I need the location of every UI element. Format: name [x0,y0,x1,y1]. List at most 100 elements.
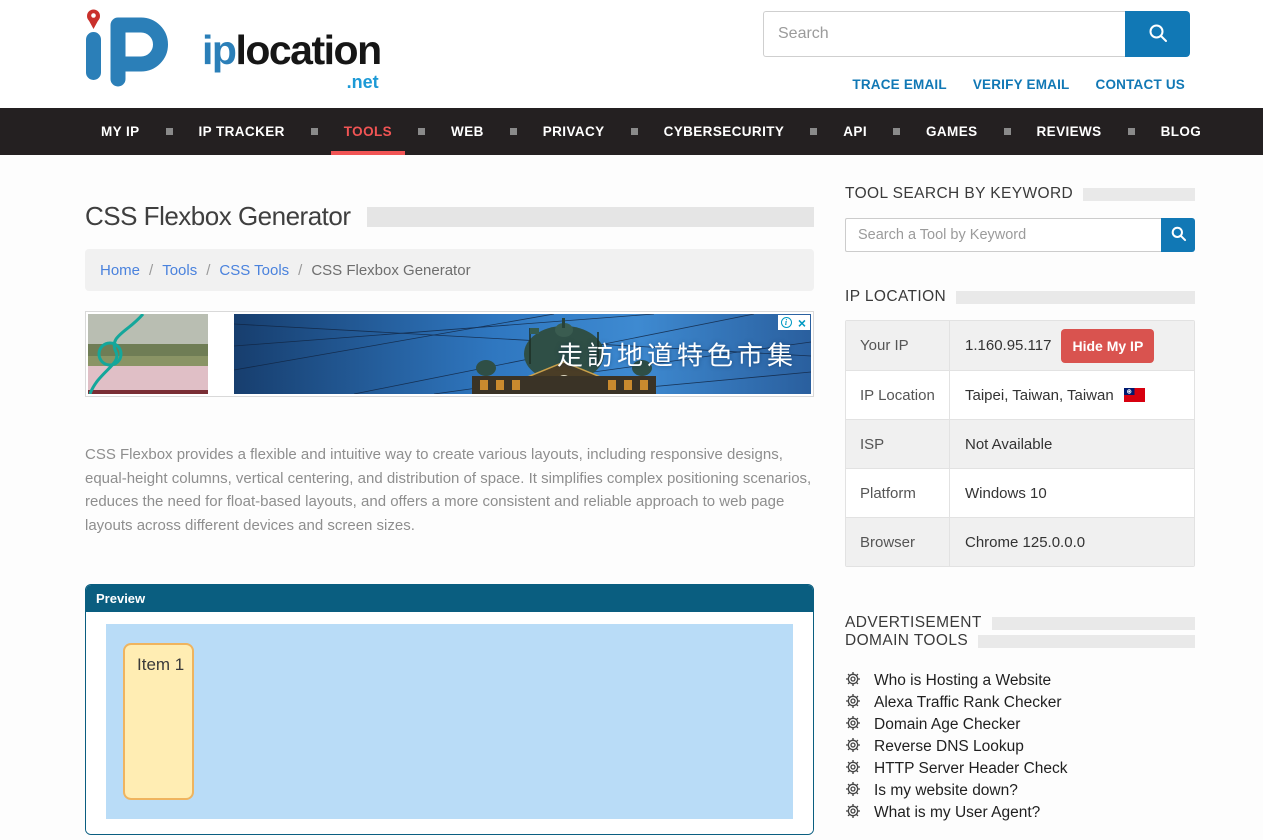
nav-separator [311,128,318,135]
search-icon [1170,225,1187,245]
table-row: Your IP 1.160.95.117 Hide My IP [846,321,1194,370]
ad-info-icon[interactable]: i [778,315,794,330]
site-search [763,11,1190,57]
domain-tool-link[interactable]: HTTP Server Header Check [874,760,1068,778]
breadcrumb: Home / Tools / CSS Tools / CSS Flexbox G… [85,249,814,291]
domain-tools-list: Who is Hosting a Website Alexa Traffic R… [845,670,1195,824]
list-item: Domain Age Checker [845,714,1195,736]
nav-item-cybersecurity[interactable]: CYBERSECURITY [648,108,801,155]
domain-tool-link[interactable]: Alexa Traffic Rank Checker [874,694,1062,712]
nav-separator [418,128,425,135]
main-nav: MY IP IP TRACKER TOOLS WEB PRIVACY CYBER… [0,108,1263,155]
site-search-input[interactable] [763,11,1125,57]
site-logo[interactable]: iplocation .net [78,8,381,91]
nav-item-ip-tracker[interactable]: IP TRACKER [183,108,301,155]
list-item: What is my User Agent? [845,802,1195,824]
list-item: Who is Hosting a Website [845,670,1195,692]
breadcrumb-tools[interactable]: Tools [162,262,197,279]
site-search-button[interactable] [1125,11,1190,57]
ad-close-icon[interactable]: × [794,315,810,330]
nav-item-api[interactable]: API [827,108,883,155]
ad-main-image: 走訪地道特色市集 [234,314,811,394]
ad-choice-icons: i × [778,315,810,330]
breadcrumb-home[interactable]: Home [100,262,140,279]
hide-my-ip-button[interactable]: Hide My IP [1061,329,1154,363]
preview-panel-body: Item 1 [86,612,813,834]
nav-item-privacy[interactable]: PRIVACY [527,108,621,155]
nav-item-web[interactable]: WEB [435,108,500,155]
intro-paragraph: CSS Flexbox provides a flexible and intu… [85,443,814,537]
site-header: iplocation .net TRACE EMAIL VERIFY EMAIL… [0,0,1263,108]
table-row: ISP Not Available [846,419,1194,468]
logo-ip-monogram-icon [78,8,196,88]
heading-bar [978,635,1195,648]
domain-tools-heading: DOMAIN TOOLS [845,632,1195,650]
domain-tool-link[interactable]: Domain Age Checker [874,716,1020,734]
nav-separator [1128,128,1135,135]
verify-email-link[interactable]: VERIFY EMAIL [973,77,1070,92]
nav-item-blog[interactable]: BLOG [1145,108,1218,155]
nav-separator [810,128,817,135]
list-item: Is my website down? [845,780,1195,802]
page-title: CSS Flexbox Generator [85,201,351,232]
ip-location-table: Your IP 1.160.95.117 Hide My IP IP Locat… [845,320,1195,567]
browser-value: Chrome 125.0.0.0 [950,518,1194,566]
gear-icon [845,759,861,780]
header-links: TRACE EMAIL VERIFY EMAIL CONTACT US [852,77,1185,92]
logo-ip: ip [202,27,235,73]
taiwan-flag-icon [1124,388,1145,402]
title-decorative-bar [367,207,814,227]
nav-item-my-ip[interactable]: MY IP [85,108,156,155]
page: iplocation .net TRACE EMAIL VERIFY EMAIL… [0,0,1263,840]
trace-email-link[interactable]: TRACE EMAIL [852,77,946,92]
gear-icon [845,781,861,802]
domain-tool-link[interactable]: Reverse DNS Lookup [874,738,1024,756]
nav-item-games[interactable]: GAMES [910,108,994,155]
ip-location-heading: IP LOCATION [845,288,1195,306]
nav-item-tools[interactable]: TOOLS [328,108,408,155]
breadcrumb-separator: / [298,262,302,279]
nav-separator [631,128,638,135]
ad-banner[interactable]: 走訪地道特色市集 i × [85,311,814,397]
preview-panel: Preview Item 1 [85,584,814,835]
ip-location-value: Taipei, Taiwan, Taiwan [965,387,1114,404]
list-item: Reverse DNS Lookup [845,736,1195,758]
nav-separator [166,128,173,135]
preview-panel-header: Preview [86,585,813,612]
domain-tool-link[interactable]: What is my User Agent? [874,804,1040,822]
tool-search-button[interactable] [1161,218,1195,252]
list-item: Alexa Traffic Rank Checker [845,692,1195,714]
tool-search-heading: TOOL SEARCH BY KEYWORD [845,185,1195,203]
logo-location: location [235,27,380,73]
tool-search-input[interactable] [845,218,1161,252]
heading-bar [956,291,1195,304]
gear-icon [845,715,861,736]
domain-tool-link[interactable]: Is my website down? [874,782,1018,800]
gear-icon [845,803,861,824]
gear-icon [845,671,861,692]
advertisement-heading: ADVERTISEMENT [845,614,1195,632]
breadcrumb-separator: / [206,262,210,279]
flex-preview-item-1[interactable]: Item 1 [123,643,194,800]
search-icon [1147,22,1169,47]
breadcrumb-separator: / [149,262,153,279]
gear-icon [845,693,861,714]
nav-separator [510,128,517,135]
logo-text: iplocation .net [202,30,381,91]
breadcrumb-current: CSS Flexbox Generator [311,262,470,279]
domain-tool-link[interactable]: Who is Hosting a Website [874,672,1051,690]
gear-icon [845,737,861,758]
nav-separator [1004,128,1011,135]
table-row: Platform Windows 10 [846,468,1194,517]
contact-us-link[interactable]: CONTACT US [1096,77,1186,92]
heading-bar [1083,188,1195,201]
nav-item-reviews[interactable]: REVIEWS [1021,108,1118,155]
ad-overlay-text: 走訪地道特色市集 [557,336,797,373]
list-item: HTTP Server Header Check [845,758,1195,780]
main-column: CSS Flexbox Generator Home / Tools / CSS… [85,185,814,835]
heading-bar [992,617,1195,630]
breadcrumb-css-tools[interactable]: CSS Tools [219,262,289,279]
logo-tld: .net [202,73,381,91]
content: CSS Flexbox Generator Home / Tools / CSS… [0,155,1263,835]
isp-value: Not Available [950,420,1194,468]
